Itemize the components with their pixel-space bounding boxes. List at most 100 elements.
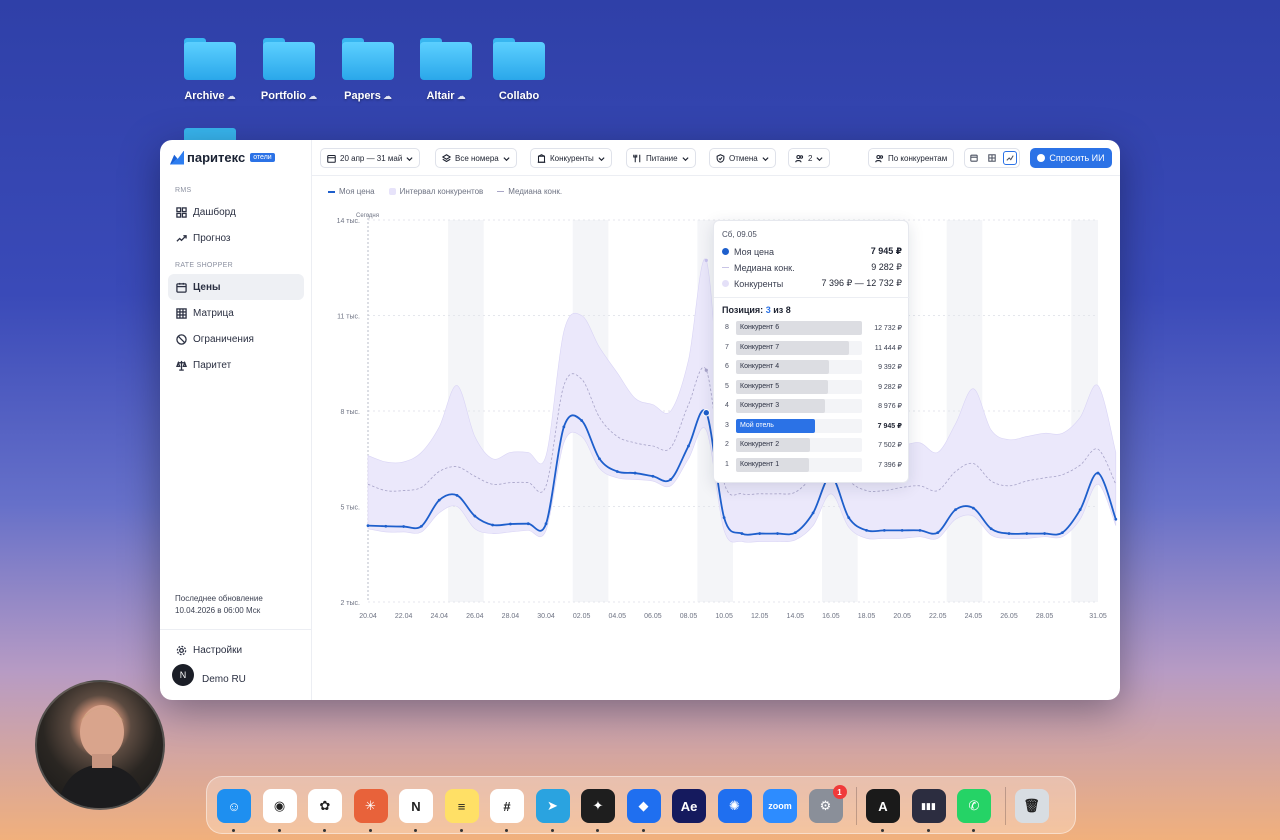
ranking-position: 7: [725, 343, 729, 351]
date-range-picker[interactable]: 20 апр — 31 май: [320, 148, 421, 168]
running-indicator: [414, 829, 417, 832]
ai-icon: [1037, 154, 1046, 162]
slack-icon[interactable]: #: [490, 789, 524, 823]
ranking-position: 8: [725, 324, 729, 331]
ranking-row: 6 Конкурент 4 9 392 ₽: [722, 360, 902, 374]
ranking-position: 3: [725, 421, 729, 429]
view-calendar-button[interactable]: [967, 151, 981, 165]
folder-papers[interactable]: Papers ☁: [333, 38, 403, 102]
ask-ai-button[interactable]: Спросить ИИ: [1030, 148, 1112, 168]
sidebar-item-label: Матрица: [193, 307, 234, 319]
running-indicator: [368, 829, 372, 832]
framer-icon[interactable]: ◆: [626, 789, 661, 823]
ranking-row: 2 Конкурент 2 7 502 ₽: [722, 438, 902, 452]
my-price-point: [402, 525, 406, 528]
telegram-icon[interactable]: ➤: [535, 789, 570, 823]
folder-altair[interactable]: Altair ☁: [411, 38, 481, 102]
after-effects-icon[interactable]: Ae: [672, 789, 706, 823]
last-update-value: 10.04.2026 в 06:00 Мск: [175, 606, 261, 615]
y-tick-label: 14 тыс.: [337, 218, 360, 225]
users-icon: [875, 154, 884, 162]
user-name[interactable]: Demo RU: [202, 674, 246, 685]
trash-icon[interactable]: 🗑: [1014, 789, 1049, 823]
ranking-position: 2: [725, 441, 729, 448]
legend-item-my-price[interactable]: Моя цена: [328, 187, 375, 196]
cancellation-filter[interactable]: Отмена: [709, 148, 776, 168]
legend-swatch: [388, 188, 396, 195]
notes-icon[interactable]: ≡: [444, 789, 479, 823]
folder-label: Papers: [344, 90, 381, 102]
audio-app-icon[interactable]: ▮▮▮: [911, 789, 946, 823]
x-tick-label: 18.05: [858, 613, 876, 620]
app-logo[interactable]: паритекс отели: [170, 150, 275, 165]
sidebar-item-label: Цены: [193, 281, 221, 293]
my-price-point: [437, 498, 441, 502]
figma-icon[interactable]: ✦: [581, 789, 615, 823]
view-table-button[interactable]: [985, 151, 999, 165]
gear-icon: [176, 645, 187, 655]
by-competitors-toggle[interactable]: По конкурентам: [868, 148, 955, 168]
sidebar-item-settings[interactable]: Настройки: [168, 637, 304, 663]
legend-swatch: [328, 190, 335, 193]
section-label-rate-shopper: RATE SHOPPER: [175, 262, 233, 269]
running-indicator: [596, 829, 599, 832]
cutlery-icon: [633, 154, 641, 162]
legend-item-interval[interactable]: Интервал конкурентов: [388, 187, 483, 196]
rooms-filter[interactable]: Все номера: [435, 148, 517, 168]
tooltip-row-label: Медиана конк.: [734, 262, 795, 273]
folder-collabo[interactable]: Collabo: [484, 38, 554, 102]
perplexity-icon[interactable]: ✺: [717, 789, 752, 823]
notion-icon[interactable]: N: [399, 789, 433, 823]
avatar[interactable]: N: [172, 664, 194, 686]
divider: [160, 629, 312, 630]
interval-max-point: [704, 258, 708, 262]
claude-icon[interactable]: ✳: [353, 789, 388, 823]
ranking-row: 7 Конкурент 7 11 444 ₽: [722, 340, 902, 355]
system-settings-icon[interactable]: ⚙ 1: [808, 785, 847, 823]
finder-icon[interactable]: ☺: [217, 789, 251, 823]
x-tick-label: 26.05: [1000, 613, 1018, 620]
meals-filter[interactable]: Питание: [626, 148, 696, 168]
sidebar-item-parity[interactable]: Паритет: [168, 352, 304, 378]
zoom-icon[interactable]: zoom: [763, 789, 797, 823]
chrome-icon[interactable]: ◉: [262, 789, 297, 823]
folder-portfolio[interactable]: Portfolio ☁: [254, 38, 324, 102]
ranking-name: Конкурент 1: [740, 460, 780, 468]
my-price-point: [1043, 532, 1046, 535]
sidebar-item-restrictions[interactable]: Ограничения: [168, 326, 304, 352]
folder-icon[interactable]: [184, 128, 236, 140]
my-price-point: [989, 527, 993, 531]
my-price-point: [598, 457, 601, 461]
scales-icon: [176, 360, 187, 371]
x-tick-label: 31.05: [1089, 613, 1107, 620]
marker-dot: [722, 248, 729, 255]
date-range-label: 20 апр — 31 май: [340, 153, 403, 163]
chatgpt-icon[interactable]: ✿: [308, 789, 342, 823]
my-price-point: [1078, 508, 1082, 512]
my-price-point: [971, 506, 975, 510]
tooltip-date: Сб, 09.05: [722, 230, 757, 239]
guests-filter[interactable]: 2: [788, 148, 831, 168]
sidebar-item-dashboard[interactable]: Дашборд: [168, 199, 304, 225]
y-tick-label: 8 тыс.: [340, 409, 360, 416]
folder-archive[interactable]: Archive ☁: [175, 38, 245, 102]
vpn-icon[interactable]: A: [866, 789, 900, 823]
ranking-row: 4 Конкурент 3 8 976 ₽: [722, 399, 902, 413]
my-price-point: [562, 425, 566, 429]
ranking-name: Конкурент 5: [740, 382, 780, 390]
logo-mark-icon: [170, 150, 184, 165]
running-indicator: [926, 829, 930, 832]
ranking-position: 5: [725, 382, 729, 390]
legend-item-median[interactable]: Медиана конк.: [497, 187, 562, 196]
view-chart-button[interactable]: [1003, 151, 1017, 165]
my-price-point: [544, 522, 548, 526]
sidebar-item-matrix[interactable]: Матрица: [168, 300, 304, 326]
sidebar-item-prices[interactable]: Цены: [168, 274, 304, 300]
competitors-filter[interactable]: Конкуренты: [530, 148, 612, 168]
sidebar-item-forecast[interactable]: Прогноз: [168, 225, 304, 251]
my-price-point: [615, 470, 619, 473]
x-tick-label: 04.05: [609, 613, 627, 620]
chevron-down-icon: [406, 156, 413, 161]
chevron-down-icon: [598, 156, 605, 161]
whatsapp-icon[interactable]: ✆: [957, 789, 991, 823]
